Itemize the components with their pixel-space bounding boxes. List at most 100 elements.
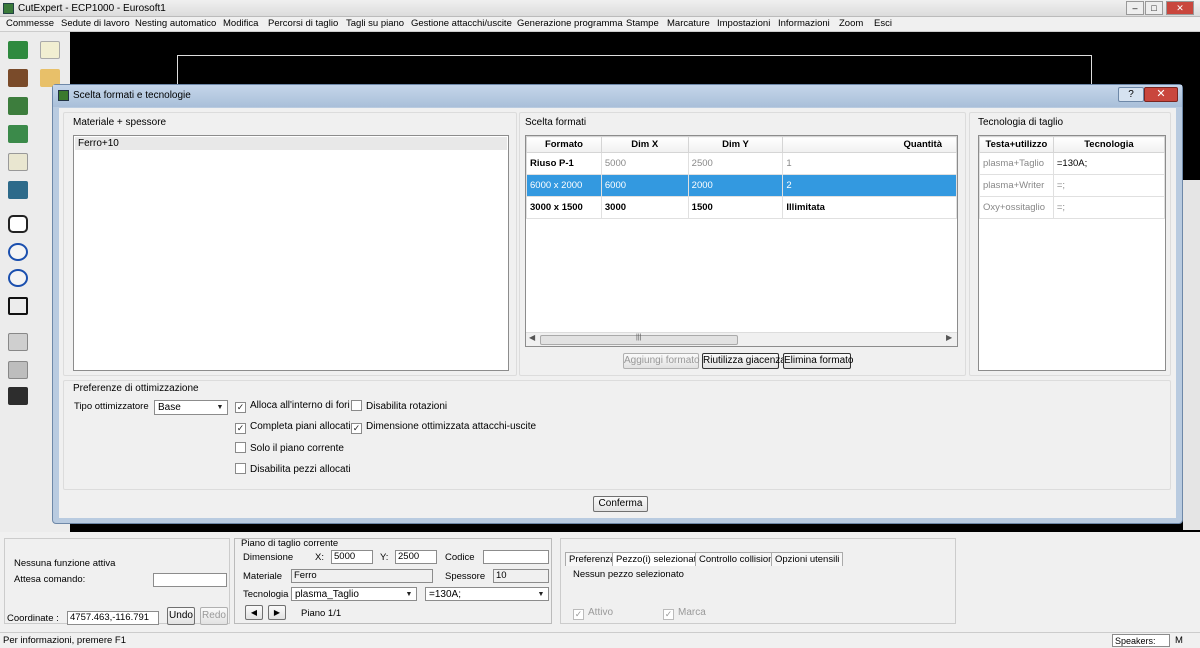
codice-input[interactable]	[483, 550, 549, 564]
speakers-indicator: Speakers: 0%	[1112, 634, 1170, 647]
toolbar-button-crosshair[interactable]	[4, 294, 32, 318]
tab-opzioni-utensili[interactable]: Opzioni utensili	[771, 552, 844, 566]
menu-impostazioni[interactable]: Impostazioni	[717, 18, 770, 29]
check-label: Alloca all'interno di fori	[250, 400, 350, 411]
menu-generazione[interactable]: Generazione programma	[517, 18, 623, 29]
toolbar-button-file[interactable]	[36, 38, 64, 62]
conferma-button[interactable]: Conferma	[593, 496, 648, 512]
toolbar-button-nest-3[interactable]	[4, 384, 32, 408]
status-m: M	[1175, 635, 1183, 646]
formati-table: Formato Dim X Dim Y Quantità Riuso P-1 5…	[526, 136, 957, 219]
table-row[interactable]: 3000 x 1500 3000 1500 Illimitata	[526, 196, 957, 219]
next-piano-button[interactable]: ▶	[268, 605, 286, 620]
col-quantita[interactable]: Quantità	[782, 136, 957, 153]
check-label: Solo il piano corrente	[250, 443, 344, 454]
bottom-panel: Nessuna funzione attiva Attesa comando: …	[0, 532, 1200, 632]
menu-informazioni[interactable]: Informazioni	[778, 18, 830, 29]
toolbar-button-select[interactable]	[4, 212, 32, 236]
materiale-list[interactable]: Ferro+10	[73, 135, 509, 371]
table-row[interactable]: Riuso P-1 5000 2500 1	[526, 152, 957, 175]
checkbox[interactable]: ✓	[351, 423, 362, 434]
menu-marcature[interactable]: Marcature	[667, 18, 710, 29]
menu-commesse[interactable]: Commesse	[6, 18, 54, 29]
cell-dimy: 1500	[687, 196, 784, 219]
toolbar-button-zoom-out[interactable]	[4, 266, 32, 290]
scroll-left-icon[interactable]: ◀	[529, 333, 535, 342]
attesa-comando-input[interactable]	[153, 573, 227, 587]
checkbox[interactable]: ✓	[663, 609, 674, 620]
toolbar-button-edit[interactable]	[4, 94, 32, 118]
table-row[interactable]: plasma+Writer =;	[979, 174, 1166, 197]
window-close-button[interactable]: ✕	[1166, 1, 1194, 15]
checkbox[interactable]	[235, 442, 246, 453]
elimina-formato-button[interactable]: Elimina formato	[783, 353, 853, 369]
menu-esci[interactable]: Esci	[874, 18, 892, 29]
col-dimx[interactable]: Dim X	[600, 136, 689, 153]
prev-piano-button[interactable]: ◀	[245, 605, 263, 620]
chevron-down-icon: ▼	[537, 591, 545, 598]
checkbox[interactable]: ✓	[235, 402, 246, 413]
menu-gestione[interactable]: Gestione attacchi/uscite	[411, 18, 512, 29]
canvas-vertical-scrollbar[interactable]	[1183, 180, 1200, 530]
undo-button[interactable]: Undo	[167, 607, 195, 625]
nessuna-funzione-label: Nessuna funzione attiva	[14, 558, 116, 569]
list-item[interactable]: Ferro+10	[75, 137, 507, 150]
check-marca[interactable]: ✓ Marca	[663, 607, 706, 620]
aggiungi-formato-button[interactable]: Aggiungi formato	[623, 353, 700, 369]
maximize-button[interactable]: □	[1145, 1, 1163, 15]
minimize-button[interactable]: –	[1126, 1, 1144, 15]
toolbar-button-new[interactable]	[4, 38, 32, 62]
check-dimensione-ottimizzata[interactable]: ✓ Dimensione ottimizzata attacchi-uscite	[351, 421, 536, 434]
checkbox[interactable]	[351, 400, 362, 411]
col-dimy[interactable]: Dim Y	[687, 136, 784, 153]
col-testa[interactable]: Testa+utilizzo	[979, 136, 1054, 153]
tab-controllo-collisione[interactable]: Controllo collisione	[695, 552, 783, 566]
checkbox[interactable]	[235, 463, 246, 474]
scroll-right-icon[interactable]: ▶	[946, 333, 952, 342]
check-completa-piani[interactable]: ✓ Completa piani allocati	[235, 421, 351, 434]
x-input[interactable]: 5000	[331, 550, 373, 564]
toolbar-button-zoom-in[interactable]	[4, 240, 32, 264]
check-label: Disabilita rotazioni	[366, 401, 448, 412]
menu-percorsi[interactable]: Percorsi di taglio	[268, 18, 338, 29]
check-disabilita-rotazioni[interactable]: Disabilita rotazioni	[351, 400, 447, 412]
parts-icon	[8, 153, 28, 171]
toolbar-button-grid[interactable]	[4, 66, 32, 90]
formati-horizontal-scrollbar[interactable]: ◀ ||| ▶	[526, 332, 957, 346]
piano-count: Piano 1/1	[301, 608, 342, 619]
app-icon	[3, 3, 14, 14]
check-solo-piano[interactable]: Solo il piano corrente	[235, 442, 344, 454]
checkbox[interactable]: ✓	[235, 423, 246, 434]
preferenze-group: Preferenze di ottimizzazione Tipo ottimi…	[63, 380, 1171, 490]
tec-params-select[interactable]: =130A; ▼	[425, 587, 549, 601]
table-row[interactable]: plasma+Taglio =130A;	[979, 152, 1166, 175]
toolbar-button-nest-2[interactable]	[4, 358, 32, 382]
toolbar-button-path[interactable]	[4, 122, 32, 146]
toolbar-button-book[interactable]	[4, 178, 32, 202]
y-input[interactable]: 2500	[395, 550, 437, 564]
menu-sedute[interactable]: Sedute di lavoro	[61, 18, 130, 29]
redo-button[interactable]: Redo	[200, 607, 228, 625]
cell-dimx: 3000	[600, 196, 689, 219]
menu-tagli[interactable]: Tagli su piano	[346, 18, 404, 29]
menu-stampe[interactable]: Stampe	[626, 18, 659, 29]
toolbar-button-parts[interactable]	[4, 150, 32, 174]
table-row[interactable]: Oxy+ossitaglio =;	[979, 196, 1166, 219]
tecnologia-select[interactable]: plasma_Taglio ▼	[291, 587, 417, 601]
check-attivo[interactable]: ✓ Attivo	[573, 607, 613, 620]
toolbar-button-nest-1[interactable]	[4, 330, 32, 354]
checkbox[interactable]: ✓	[573, 609, 584, 620]
dialog-close-button[interactable]: ✕	[1144, 87, 1178, 102]
col-tecnologia[interactable]: Tecnologia	[1052, 136, 1166, 153]
col-formato[interactable]: Formato	[526, 136, 602, 153]
tipo-ottimizzatore-select[interactable]: Base ▼	[154, 400, 228, 415]
materiale-label: Materiale	[243, 571, 283, 582]
menu-nesting[interactable]: Nesting automatico	[135, 18, 216, 29]
menu-zoom[interactable]: Zoom	[839, 18, 863, 29]
riutilizza-giacenza-button[interactable]: Riutilizza giacenza	[702, 353, 786, 369]
dialog-help-button[interactable]: ?	[1118, 87, 1144, 102]
check-alloca-fori[interactable]: ✓ Alloca all'interno di fori	[235, 400, 350, 413]
table-row-selected[interactable]: 6000 x 2000 6000 2000 2	[526, 174, 957, 197]
menu-modifica[interactable]: Modifica	[223, 18, 258, 29]
check-disabilita-pezzi[interactable]: Disabilita pezzi allocati	[235, 463, 351, 475]
